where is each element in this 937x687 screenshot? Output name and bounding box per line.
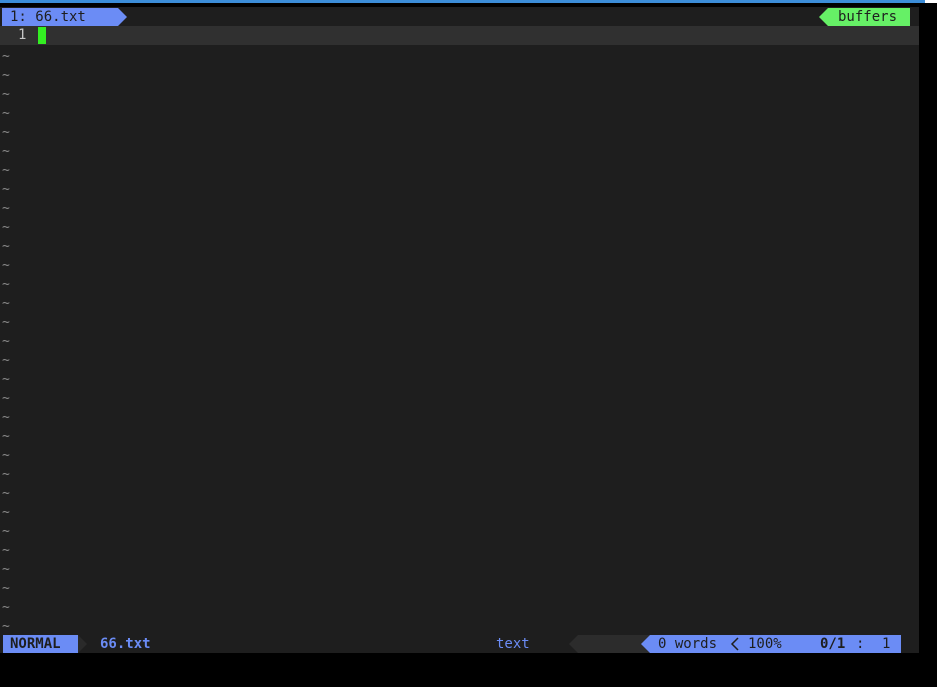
empty-line-marker: ~ [2,562,10,577]
statusline: NORMAL 66.txt text 0 words 100% 0/1 : 1 [0,635,919,653]
empty-line-marker: ~ [2,220,10,235]
line-number: 1 [18,27,27,43]
status-blank-segment [578,635,650,653]
chevron-left-icon [730,637,739,651]
position-separator: : [856,636,865,652]
tabline: 1: 66.txt buffers [0,7,919,26]
empty-line-marker: ~ [2,448,10,463]
empty-line-marker: ~ [2,486,10,501]
text-cursor [38,27,46,44]
word-count: 0 words [658,636,718,652]
command-line[interactable] [0,673,937,687]
empty-line-marker: ~ [2,277,10,292]
buffers-separator [819,8,828,26]
buffer-tab-1[interactable]: 1: 66.txt [2,8,118,26]
cursor-column: 1 [882,636,891,652]
status-separator-dark [569,635,578,653]
status-filename: 66.txt [100,636,151,652]
status-separator-right [641,635,650,653]
empty-line-marker: ~ [2,581,10,596]
empty-line-markers: ~ ~ ~ ~ ~ ~ ~ ~ ~ ~ ~ ~ ~ ~ ~ ~ ~ ~ ~ ~ ~ ~ ~ ~ ~ ~ ~ ~ ~ ~ ~ [2,47,22,636]
empty-line-marker: ~ [2,391,10,406]
buffers-label: buffers [828,8,910,26]
empty-line-marker: ~ [2,68,10,83]
right-gutter [919,7,937,673]
empty-line-marker: ~ [2,410,10,425]
empty-line-marker: ~ [2,87,10,102]
status-filetype: text [496,636,530,652]
empty-line-marker: ~ [2,353,10,368]
empty-line-marker: ~ [2,619,10,634]
mode-indicator: NORMAL [3,635,78,653]
empty-line-marker: ~ [2,296,10,311]
empty-line-marker: ~ [2,429,10,444]
buffer-tab-separator [118,8,127,26]
cursor-line[interactable]: 1 [0,26,919,45]
cursor-position: 0/1 [820,636,846,652]
window-top-accent [0,0,937,3]
empty-line-marker: ~ [2,543,10,558]
empty-line-marker: ~ [2,524,10,539]
vim-editor[interactable]: 1: 66.txt buffers 1 ~ ~ ~ ~ ~ ~ ~ ~ ~ ~ ~ ~ ~ ~ ~ ~ ~ ~ ~ ~… [0,7,919,653]
empty-line-marker: ~ [2,239,10,254]
empty-line-marker: ~ [2,505,10,520]
empty-line-marker: ~ [2,49,10,64]
empty-line-marker: ~ [2,163,10,178]
mode-separator [78,635,87,653]
empty-line-marker: ~ [2,201,10,216]
empty-line-marker: ~ [2,258,10,273]
empty-line-marker: ~ [2,182,10,197]
terminal-screen: 1: 66.txt buffers 1 ~ ~ ~ ~ ~ ~ ~ ~ ~ ~ ~ ~ ~ ~ ~ ~ ~ ~ ~ ~… [0,0,937,687]
empty-line-marker: ~ [2,144,10,159]
empty-line-marker: ~ [2,125,10,140]
empty-line-marker: ~ [2,334,10,349]
empty-line-marker: ~ [2,372,10,387]
empty-line-marker: ~ [2,600,10,615]
empty-line-marker: ~ [2,315,10,330]
status-right-segment: 0 words 100% 0/1 : 1 [650,635,901,653]
empty-line-marker: ~ [2,467,10,482]
scroll-percent: 100% [748,636,782,652]
empty-line-marker: ~ [2,106,10,121]
